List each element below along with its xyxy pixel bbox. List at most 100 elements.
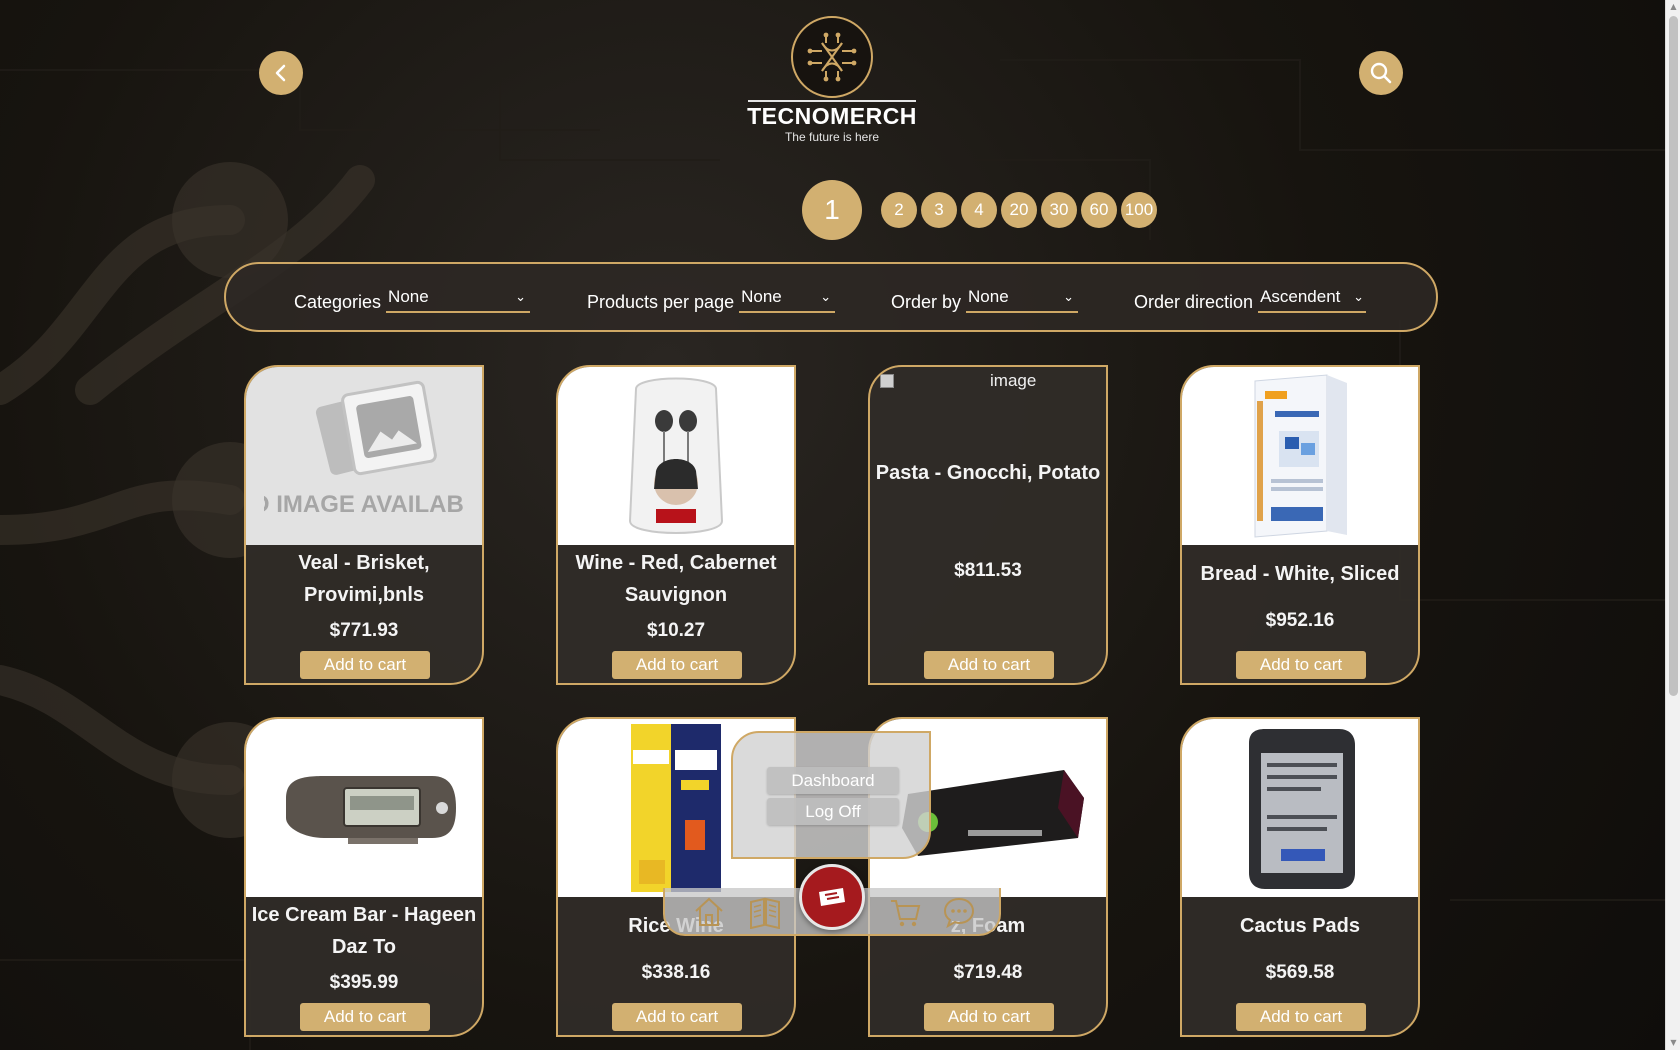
order-by-label: Order by: [891, 292, 962, 312]
user-menu-popup: Dashboard Log Off: [731, 731, 931, 859]
add-to-cart-button[interactable]: Add to cart: [924, 651, 1054, 679]
chevron-down-icon: ⌄: [1353, 289, 1365, 304]
add-to-cart-button[interactable]: Add to cart: [1236, 1003, 1366, 1031]
broken-image: image: [880, 371, 1036, 391]
per-page-filter: Products per page None ⌄: [587, 285, 836, 313]
product-card[interactable]: Cactus Pads $569.58 Add to cart: [1180, 717, 1420, 1037]
product-card[interactable]: Ice Cream Bar - Hageen Daz To $395.99 Ad…: [244, 717, 484, 1037]
product-name: Pasta - Gnocchi, Potato: [875, 462, 1101, 484]
order-direction-filter: Order direction Ascendent ⌄: [1134, 285, 1367, 313]
product-price: $569.58: [1265, 962, 1335, 983]
pagination: 1 2 3 4 20 30 60 100: [0, 180, 1665, 240]
add-to-cart-button[interactable]: Add to cart: [1236, 651, 1366, 679]
home-icon: [695, 897, 723, 926]
product-price: $338.16: [641, 962, 711, 983]
usb-capture-box-image: [1254, 374, 1347, 538]
brand-tagline: The future is here: [784, 130, 880, 144]
page-background: TECNOMERCH The future is here 1 2 3 4 20…: [0, 0, 1665, 1050]
product-name: Cactus Pads: [1239, 915, 1361, 937]
product-image: image: [870, 367, 1106, 545]
add-to-cart-button[interactable]: Add to cart: [924, 1003, 1054, 1031]
product-card[interactable]: NO IMAGE AVAILABLE Veal - Brisket, Provi…: [244, 365, 484, 685]
page-button[interactable]: 60: [1081, 192, 1117, 228]
product-price: $952.16: [1265, 610, 1335, 631]
per-page-value: None: [741, 287, 782, 306]
product-price: $10.27: [646, 620, 706, 641]
cart-icon: [891, 900, 921, 927]
categories-label: Categories: [294, 292, 382, 312]
product-name: Veal - Brisket, Provimi,bnls: [298, 552, 430, 606]
scroll-up-icon[interactable]: ▲: [1669, 2, 1678, 12]
page-current-button[interactable]: 1: [802, 180, 862, 240]
no-image-placeholder-icon: NO IMAGE AVAILABLE: [264, 380, 464, 518]
logo-menu-button[interactable]: [799, 864, 865, 930]
page-button[interactable]: 100: [1121, 192, 1157, 228]
categories-select[interactable]: None ⌄: [386, 285, 531, 313]
product-image: [1182, 367, 1418, 545]
search-icon: [1370, 62, 1392, 84]
brand-divider: [748, 100, 916, 102]
scrollbar-thumb[interactable]: [1669, 16, 1678, 696]
product-card[interactable]: Wine - Red, Cabernet Sauvignon $10.27 Ad…: [556, 365, 796, 685]
product-name: Bread - White, Sliced: [1200, 563, 1400, 585]
order-by-select[interactable]: None ⌄: [966, 285, 1079, 313]
product-image: [1182, 719, 1418, 897]
add-to-cart-button[interactable]: Add to cart: [612, 1003, 742, 1031]
vertical-scrollbar[interactable]: ▲ ▼: [1665, 0, 1680, 1050]
add-to-cart-button[interactable]: Add to cart: [300, 1003, 430, 1031]
battery-image: [1249, 729, 1355, 889]
image-alt-text: image: [990, 371, 1037, 390]
cart-button[interactable]: [887, 894, 923, 930]
filter-bar: Categories None ⌄ Products per page None…: [224, 262, 1438, 332]
product-price: $719.48: [953, 962, 1023, 983]
mp3-player-image: [286, 776, 456, 844]
chat-icon: [943, 897, 975, 929]
chat-button[interactable]: [941, 894, 977, 930]
chevron-down-icon: ⌄: [1063, 289, 1075, 304]
catalog-button[interactable]: [747, 894, 783, 930]
back-button[interactable]: [259, 51, 303, 95]
add-to-cart-button[interactable]: Add to cart: [612, 651, 742, 679]
product-price: $395.99: [329, 972, 399, 993]
product-image: NO IMAGE AVAILABLE: [246, 367, 482, 545]
order-direction-select[interactable]: Ascendent ⌄: [1258, 285, 1367, 313]
product-name: Ice Cream Bar - Hageen Daz To: [251, 904, 477, 958]
scroll-down-icon[interactable]: ▼: [1669, 1038, 1678, 1048]
product-price: $771.93: [329, 620, 399, 641]
log-off-menu-item[interactable]: Log Off: [767, 798, 899, 825]
earphones-package-image: [628, 377, 724, 534]
order-direction-value: Ascendent: [1260, 287, 1341, 306]
product-image: [246, 719, 482, 897]
product-price: $811.53: [954, 560, 1022, 581]
page-button[interactable]: 30: [1041, 192, 1077, 228]
product-card[interactable]: Bread - White, Sliced $952.16 Add to car…: [1180, 365, 1420, 685]
search-button[interactable]: [1359, 51, 1403, 95]
page-button[interactable]: 4: [961, 192, 997, 228]
page-button[interactable]: 2: [881, 192, 917, 228]
brand-logo[interactable]: [791, 16, 873, 98]
product-image: [558, 367, 794, 545]
categories-filter: Categories None ⌄: [294, 285, 531, 313]
catalog-icon: [750, 897, 780, 929]
page-button[interactable]: 3: [921, 192, 957, 228]
per-page-select[interactable]: None ⌄: [739, 285, 836, 313]
home-button[interactable]: [691, 894, 727, 930]
dashboard-menu-item[interactable]: Dashboard: [767, 767, 899, 794]
chip-logo-icon: [807, 32, 857, 82]
per-page-label: Products per page: [587, 292, 735, 312]
categories-value: None: [388, 287, 429, 306]
chevron-down-icon: ⌄: [515, 289, 527, 304]
order-direction-label: Order direction: [1134, 292, 1254, 312]
chevron-left-icon: [275, 64, 286, 82]
brand-title: TECNOMERCH: [747, 103, 917, 129]
broken-image-icon: [880, 374, 894, 388]
order-by-filter: Order by None ⌄: [891, 285, 1079, 313]
add-to-cart-button[interactable]: Add to cart: [300, 651, 430, 679]
chevron-down-icon: ⌄: [820, 289, 832, 304]
logo-button-icon: [819, 888, 845, 906]
order-by-value: None: [968, 287, 1009, 306]
page-button[interactable]: 20: [1001, 192, 1037, 228]
no-image-text: NO IMAGE AVAILABLE: [264, 491, 464, 518]
product-card[interactable]: image Pasta - Gnocchi, Potato $811.53 Ad…: [868, 365, 1108, 685]
ink-cartridge-image: [631, 724, 721, 892]
